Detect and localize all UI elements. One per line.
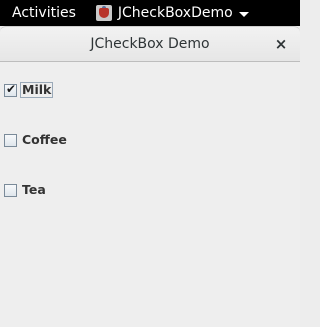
checkbox-label-coffee[interactable]: Coffee [21, 133, 68, 147]
checkbox-tea[interactable]: Tea [4, 181, 47, 199]
app-menu-label: JCheckBoxDemo [117, 5, 233, 21]
checkbox-label-milk[interactable]: Milk [19, 82, 54, 98]
checkmark-icon: ✔ [6, 81, 17, 96]
checkbox-milk[interactable]: ✔ Milk [4, 81, 54, 99]
app-menu[interactable]: JCheckBoxDemo [95, 5, 249, 21]
window-title: JCheckBox Demo [90, 36, 210, 52]
checkbox-box-tea[interactable] [4, 183, 17, 197]
checkbox-label-tea[interactable]: Tea [21, 183, 47, 197]
top-bar: Activities JCheckBoxDemo [0, 0, 300, 26]
checkbox-coffee[interactable]: Coffee [4, 131, 68, 149]
checkbox-box-milk[interactable]: ✔ [4, 81, 17, 97]
java-app-icon [95, 5, 112, 21]
window-titlebar: JCheckBox Demo × [0, 26, 300, 62]
activities-button[interactable]: Activities [12, 5, 76, 21]
checkbox-box-coffee[interactable] [4, 133, 17, 147]
chevron-down-icon [238, 11, 249, 17]
window-content: ✔ Milk Coffee Tea [0, 62, 300, 327]
close-icon[interactable]: × [272, 35, 290, 53]
